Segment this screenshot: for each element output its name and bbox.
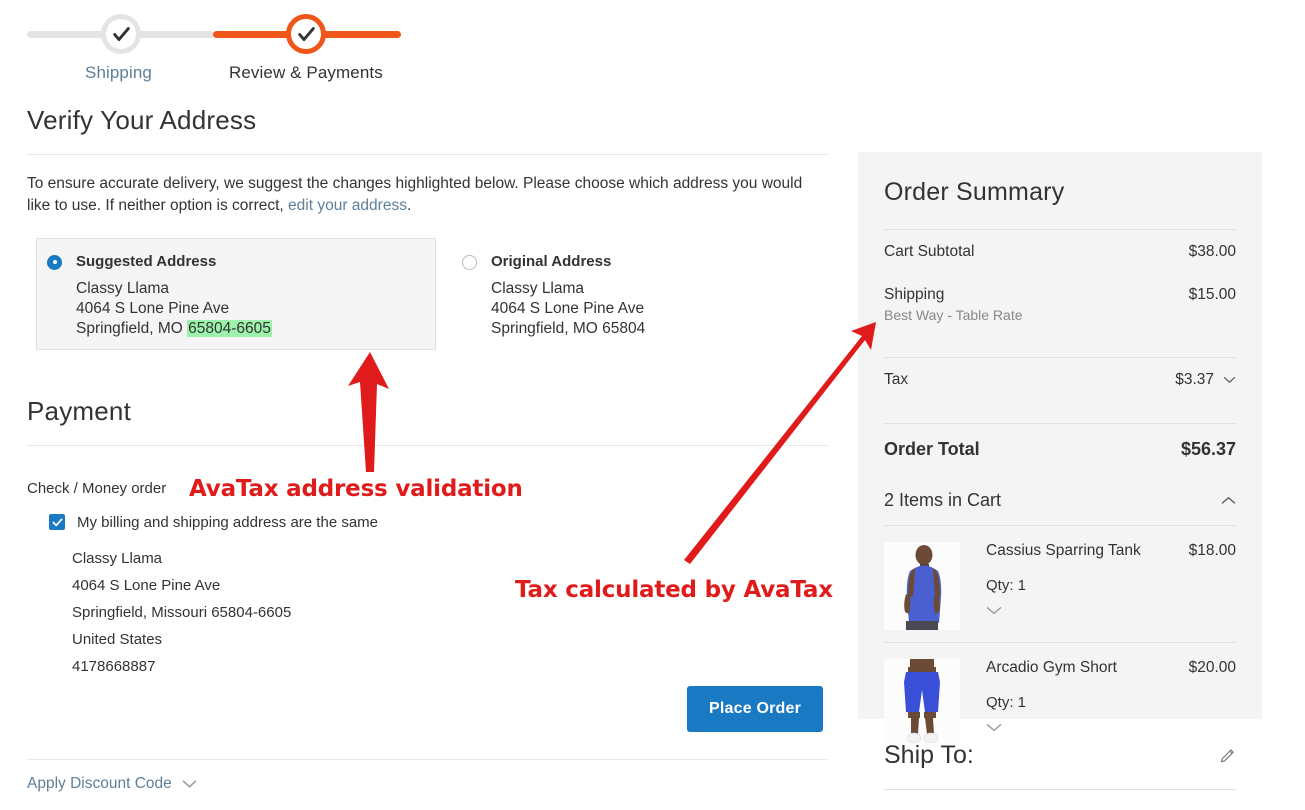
subtotal-value: $38.00	[1188, 243, 1236, 260]
payment-title: Payment	[27, 395, 132, 426]
billing-address-block: Classy Llama 4064 S Lone Pine Ave Spring…	[72, 545, 827, 680]
section-divider	[27, 154, 827, 155]
address-street: 4064 S Lone Pine Ave	[491, 300, 645, 318]
cart-item-header: Cassius Sparring Tank $18.00	[986, 542, 1236, 560]
address-street: 4064 S Lone Pine Ave	[76, 300, 230, 318]
shipping-method-sublabel: Best Way - Table Rate	[884, 307, 1023, 323]
chevron-down-icon[interactable]	[986, 606, 1002, 615]
product-thumbnail[interactable]	[884, 542, 960, 630]
cart-item-details: Cassius Sparring Tank $18.00 Qty: 1	[986, 542, 1236, 630]
summary-row-tax[interactable]: Tax $3.37	[884, 358, 1236, 401]
billing-same-row[interactable]: My billing and shipping address are the …	[49, 514, 827, 531]
address-city-zip: Springfield, MO 65804-6605	[76, 319, 272, 339]
chevron-down-icon[interactable]	[1223, 376, 1236, 384]
cart-item-name[interactable]: Arcadio Gym Short	[986, 659, 1117, 677]
chevron-down-icon	[182, 780, 197, 788]
cart-item-price: $18.00	[1188, 542, 1236, 559]
address-option-original[interactable]: Original Address Classy Llama 4064 S Lon…	[462, 252, 645, 340]
progress-step-shipping-node[interactable]	[101, 14, 141, 54]
cart-item-qty: Qty: 1	[986, 694, 1027, 711]
cart-item-expand-toggle[interactable]	[986, 606, 1236, 615]
billing-line: 4064 S Lone Pine Ave	[72, 576, 221, 594]
ship-to-section: Ship To:	[858, 719, 1262, 790]
section-divider	[27, 444, 827, 446]
blue-tank-top-photo	[884, 542, 960, 630]
summary-row-shipping: Shipping Best Way - Table Rate $15.00	[884, 273, 1236, 335]
order-summary-title: Order Summary	[884, 178, 1065, 206]
address-name: Classy Llama	[76, 280, 170, 298]
billing-same-checkbox[interactable]	[49, 514, 65, 531]
check-icon	[112, 26, 130, 41]
shipping-value: $15.00	[1188, 286, 1236, 303]
check-icon	[297, 26, 315, 41]
suggested-address-lines: Classy Llama 4064 S Lone Pine Ave Spring…	[76, 279, 272, 339]
original-address-lines: Classy Llama 4064 S Lone Pine Ave Spring…	[491, 279, 645, 339]
items-in-cart-toggle[interactable]: 2 Items in Cart	[884, 474, 1236, 525]
address-option-suggested[interactable]: Suggested Address Classy Llama 4064 S Lo…	[47, 252, 272, 340]
address-options: Suggested Address Classy Llama 4064 S Lo…	[27, 237, 827, 350]
address-name: Classy Llama	[491, 280, 585, 298]
chevron-up-icon[interactable]	[1221, 496, 1236, 505]
summary-row-subtotal: Cart Subtotal $38.00	[884, 230, 1236, 273]
address-city-zip: Springfield, MO 65804	[491, 320, 646, 338]
edit-your-address-link[interactable]: edit your address	[288, 197, 407, 214]
place-order-button[interactable]: Place Order	[687, 686, 824, 732]
apply-discount-code-toggle[interactable]: Apply Discount Code	[27, 775, 197, 793]
apply-discount-code-label: Apply Discount Code	[27, 775, 172, 792]
tax-value: $3.37	[1175, 371, 1214, 388]
order-total-value: $56.37	[1180, 439, 1236, 459]
billing-same-label: My billing and shipping address are the …	[77, 513, 379, 531]
cart-item: Cassius Sparring Tank $18.00 Qty: 1	[884, 526, 1236, 642]
shipping-label: Shipping	[884, 286, 945, 303]
billing-line: United States	[72, 630, 163, 648]
ship-to-title: Ship To:	[884, 741, 974, 769]
summary-row-order-total: Order Total $56.37	[884, 424, 1236, 474]
address-city-state: Springfield, MO	[76, 320, 188, 338]
ship-to-header: Ship To:	[884, 719, 1236, 770]
progress-label-shipping[interactable]: Shipping	[85, 63, 152, 83]
radio-original-address[interactable]	[462, 254, 477, 270]
cart-item-price: $20.00	[1188, 659, 1236, 676]
checkout-main-column: Verify Your Address To ensure accurate d…	[27, 105, 827, 680]
original-address-label: Original Address	[491, 252, 612, 270]
verify-address-title: Verify Your Address	[27, 105, 257, 135]
billing-line: Springfield, Missouri 65804-6605	[72, 603, 292, 621]
radio-suggested-address[interactable]	[47, 254, 62, 270]
billing-line: Classy Llama	[72, 549, 163, 567]
cart-item-qty: Qty: 1	[986, 577, 1027, 594]
payment-method-label: Check / Money order	[27, 479, 167, 497]
cart-item-name[interactable]: Cassius Sparring Tank	[986, 542, 1141, 560]
checkout-progress-bar: Shipping Review & Payments	[0, 0, 440, 95]
subtotal-label: Cart Subtotal	[884, 243, 975, 260]
section-divider	[27, 759, 827, 760]
cart-item-header: Arcadio Gym Short $20.00	[986, 659, 1236, 677]
intro-text-before: To ensure accurate delivery, we suggest …	[27, 175, 803, 215]
progress-label-review-payments: Review & Payments	[229, 63, 383, 82]
tax-value-group[interactable]: $3.37	[1175, 371, 1236, 389]
suggested-address-label: Suggested Address	[76, 252, 217, 270]
order-summary-panel: Order Summary Cart Subtotal $38.00 Shipp…	[858, 152, 1262, 747]
check-icon	[52, 518, 62, 527]
intro-text-after: .	[406, 197, 412, 215]
progress-step-review-node[interactable]	[286, 14, 326, 54]
billing-line: 4178668887	[72, 657, 156, 675]
verify-address-intro: To ensure accurate delivery, we suggest …	[27, 173, 817, 218]
address-zip-highlighted: 65804-6605	[187, 320, 272, 338]
items-in-cart-label: 2 Items in Cart	[884, 490, 1002, 510]
tax-label: Tax	[884, 371, 909, 388]
pencil-icon[interactable]	[1219, 747, 1236, 764]
order-total-label: Order Total	[884, 439, 980, 459]
summary-divider	[884, 789, 1236, 790]
